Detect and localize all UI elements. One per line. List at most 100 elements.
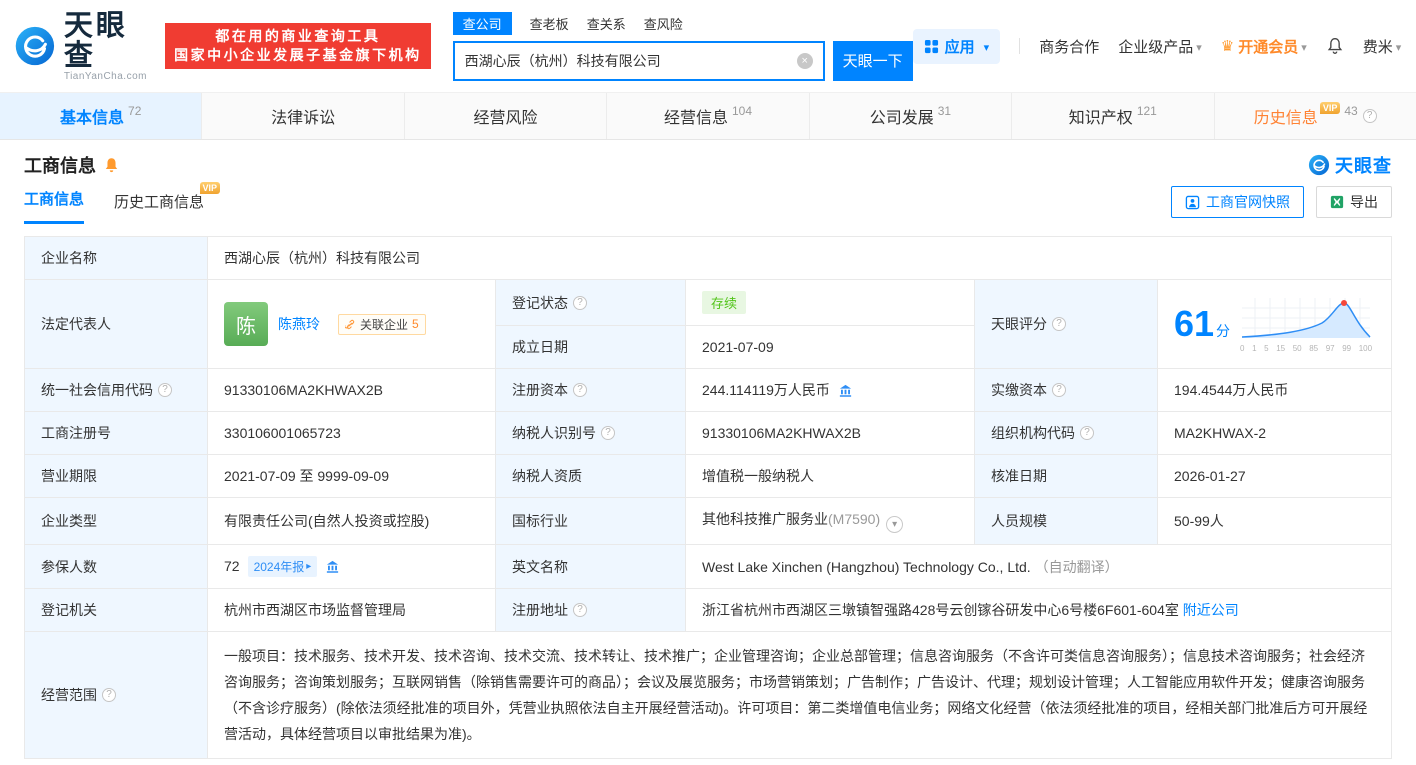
enterprise-products-menu[interactable]: 企业级产品 — [1118, 36, 1202, 57]
org-code-label: 组织机构代码 — [974, 411, 1158, 455]
apps-label: 应用 — [944, 38, 975, 56]
establish-date-value: 2021-07-09 — [685, 325, 975, 369]
business-term-label: 营业期限 — [24, 454, 208, 498]
business-scope-value: 一般项目：技术服务、技术开发、技术咨询、技术交流、技术转让、技术推广；企业管理咨… — [207, 631, 1392, 759]
official-snapshot-button[interactable]: 工商官网快照 — [1171, 186, 1304, 218]
tab-company-development[interactable]: 公司发展 31 — [810, 93, 1013, 139]
business-term-value: 2021-07-09 至 9999-09-09 — [207, 454, 496, 498]
nearby-companies-link[interactable]: 附近公司 — [1183, 602, 1239, 618]
help-icon[interactable] — [1052, 317, 1066, 331]
staff-size-value: 50-99人 — [1157, 497, 1392, 545]
legal-rep-link[interactable]: 陈燕玲 — [278, 314, 320, 334]
legal-rep-value: 陈 陈燕玲 关联企业 5 — [207, 279, 496, 369]
apps-menu[interactable]: 应用 — [912, 28, 1001, 64]
brand-domain: TianYanCha.com — [63, 70, 147, 82]
chevron-down-icon[interactable] — [886, 516, 904, 533]
open-vip-menu[interactable]: 开通会员 — [1221, 36, 1307, 57]
help-icon[interactable] — [158, 383, 172, 397]
company-type-value: 有限责任公司(自然人投资或控股) — [207, 497, 496, 545]
related-companies-tag[interactable]: 关联企业 5 — [338, 313, 426, 335]
reg-authority-value: 杭州市西湖区市场监督管理局 — [207, 588, 496, 632]
company-search-input[interactable] — [464, 52, 797, 69]
paid-capital-label: 实缴资本 — [974, 368, 1158, 412]
help-icon[interactable] — [573, 295, 587, 310]
table-row: 企业名称 西湖心辰（杭州）科技有限公司 — [24, 236, 1392, 280]
tianyancha-logo[interactable]: 天眼查 TianYanCha.com — [14, 11, 151, 82]
table-row: 营业期限 2021-07-09 至 9999-09-09 纳税人资质 增值税一般… — [24, 454, 1392, 498]
reg-address-label: 注册地址 — [495, 588, 686, 632]
tab-history-info[interactable]: 历史信息 VIP 43 — [1215, 93, 1416, 139]
table-row: 参保人数 722024年报 英文名称 West Lake Xinchen (Ha… — [24, 544, 1392, 589]
subscribe-bell-icon[interactable] — [103, 157, 120, 174]
score-label: 天眼评分 — [974, 279, 1158, 369]
insured-count-label: 参保人数 — [24, 544, 208, 589]
help-icon[interactable] — [102, 688, 116, 702]
capital-change-icon[interactable] — [838, 383, 853, 398]
table-row: 经营范围 一般项目：技术服务、技术开发、技术咨询、技术交流、技术转让、技术推广；… — [24, 631, 1392, 759]
brand-name: 天眼查 — [63, 9, 128, 72]
help-icon[interactable] — [1080, 426, 1094, 440]
taxpayer-quality-value: 增值税一般纳税人 — [685, 454, 975, 498]
subtab-business-info[interactable]: 工商信息 — [24, 188, 85, 224]
export-button[interactable]: 导出 — [1316, 186, 1392, 218]
avatar[interactable]: 陈 — [224, 302, 268, 346]
search-tab-company[interactable]: 查公司 — [452, 11, 512, 35]
header-nav: 应用 商务合作 企业级产品 开通会员 费米 — [912, 28, 1402, 64]
snapshot-icon — [1185, 195, 1200, 209]
reg-authority-label: 登记机关 — [24, 588, 208, 632]
credit-code-label: 统一社会信用代码 — [24, 368, 208, 412]
org-code-value: MA2KHWAX-2 — [1157, 411, 1392, 455]
english-name-value: West Lake Xinchen (Hangzhou) Technology … — [685, 544, 1392, 589]
reg-capital-label: 注册资本 — [495, 368, 686, 412]
reg-number-value: 330106001065723 — [207, 411, 496, 455]
insured-count-value: 72 2024年报 — [207, 544, 496, 589]
link-icon — [345, 319, 355, 329]
username: 费米 — [1362, 38, 1393, 56]
search-button[interactable]: 天眼一下 — [832, 40, 913, 81]
staff-size-label: 人员规模 — [974, 497, 1158, 545]
help-icon[interactable] — [1362, 109, 1377, 123]
industry-label: 国标行业 — [495, 497, 686, 545]
reg-address-value: 浙江省杭州市西湖区三墩镇智强路428号云创镓谷研发中心6号楼6F601-604室… — [685, 588, 1392, 632]
table-row: 工商注册号 330106001065723 纳税人识别号 91330106MA2… — [24, 411, 1392, 455]
search-tab-boss[interactable]: 查老板 — [530, 12, 569, 35]
tianyancha-logo-icon — [15, 26, 55, 66]
company-type-label: 企业类型 — [24, 497, 208, 545]
user-menu[interactable]: 费米 — [1363, 36, 1402, 57]
open-vip-label: 开通会员 — [1238, 38, 1299, 56]
help-icon[interactable] — [573, 383, 587, 397]
tab-basic-info[interactable]: 基本信息 72 — [0, 93, 203, 139]
subtab-history-business-info[interactable]: 历史工商信息 VIP — [114, 182, 221, 224]
approval-date-label: 核准日期 — [974, 454, 1158, 498]
search-tab-risk[interactable]: 查风险 — [644, 12, 683, 35]
promo-banner: 都在用的商业查询工具 国家中小企业发展子基金旗下机构 — [165, 23, 431, 69]
company-section-tabs: 基本信息 72 法律诉讼 经营风险 经营信息 104 公司发展 31 知识产权 121 … — [0, 92, 1416, 140]
company-name-label: 企业名称 — [24, 236, 208, 280]
industry-value: 其他科技推广服务业(M7590) — [685, 497, 975, 545]
chevron-down-icon — [1393, 38, 1402, 55]
reg-number-label: 工商注册号 — [24, 411, 208, 455]
annual-report-badge[interactable]: 2024年报 — [247, 556, 318, 577]
help-icon[interactable] — [573, 603, 587, 617]
tab-operation-risk[interactable]: 经营风险 — [405, 93, 608, 139]
business-info-table: 企业名称 西湖心辰（杭州）科技有限公司 法定代表人 陈 陈燕玲 关联企业 5 登… — [24, 236, 1392, 759]
enterprise-products-label: 企业级产品 — [1118, 38, 1194, 56]
search-box — [452, 40, 825, 81]
tab-intellectual-property[interactable]: 知识产权 121 — [1012, 93, 1215, 139]
chevron-down-icon — [981, 38, 990, 55]
taxpayer-quality-label: 纳税人资质 — [495, 454, 686, 498]
tab-operation-info[interactable]: 经营信息 104 — [607, 93, 810, 139]
help-icon[interactable] — [601, 426, 615, 440]
help-icon[interactable] — [1052, 383, 1066, 397]
tab-legal-litigation[interactable]: 法律诉讼 — [202, 93, 405, 139]
notification-bell-icon[interactable] — [1326, 37, 1344, 55]
establish-date-label: 成立日期 — [495, 325, 686, 369]
score-value: 61 分 0 1 5 15 50 85 97 99 100 — [1157, 279, 1392, 369]
insured-change-icon[interactable] — [325, 559, 340, 574]
reg-status-value: 存续 — [685, 279, 975, 326]
approval-date-value: 2026-01-27 — [1157, 454, 1392, 498]
clear-icon[interactable] — [796, 52, 813, 69]
company-name-value: 西湖心辰（杭州）科技有限公司 — [207, 236, 1392, 280]
business-cooperation-link[interactable]: 商务合作 — [1039, 36, 1099, 57]
search-tab-relation[interactable]: 查关系 — [587, 12, 626, 35]
